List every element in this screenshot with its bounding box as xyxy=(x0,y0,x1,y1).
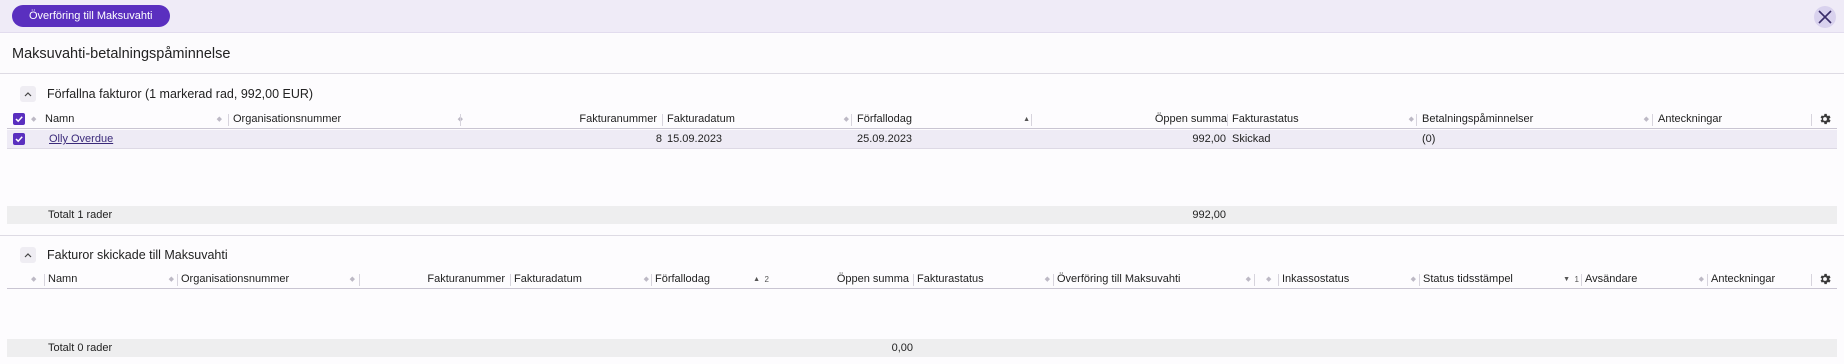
column-separator[interactable] xyxy=(662,114,663,126)
sort-ascending-icon: ▲ xyxy=(753,276,760,283)
col-overforing[interactable]: Överföring till Maksuvahti ◆ xyxy=(1054,270,1254,289)
sort-icon: ◆ xyxy=(843,116,849,123)
sort-icon: ◆ xyxy=(349,276,355,283)
column-separator[interactable] xyxy=(1416,114,1417,126)
col-organisationsnummer[interactable]: Organisationsnummer ◆ xyxy=(178,270,358,289)
check-icon xyxy=(15,136,23,143)
col-anteckningar[interactable]: Anteckningar xyxy=(1708,270,1811,289)
column-separator[interactable] xyxy=(1031,114,1032,126)
col-forfallodag[interactable]: Förfallodag ▲ 2 xyxy=(652,270,771,289)
overdue-grid-header: ◆ Namn ◆ Organisationsnummer ◆ Fakturanu… xyxy=(7,110,1837,129)
col-oppen-summa[interactable]: Öppen summa xyxy=(771,270,913,289)
sort-icon: ◆ xyxy=(643,276,649,283)
sort-icon: ◆ xyxy=(1698,276,1704,283)
cell-forfallodag: 25.09.2023 xyxy=(857,133,913,145)
col-inkassostatus[interactable]: Inkassostatus ◆ xyxy=(1279,270,1419,289)
cell-oppen-summa: 992,00 xyxy=(1192,133,1226,145)
sort-icon: ◆ xyxy=(1408,116,1414,123)
sent-grid-header: ◆ Namn ◆ Organisationsnummer ◆ Fakturanu… xyxy=(7,270,1837,289)
cell-fakturadatum: 15.09.2023 xyxy=(667,133,723,145)
col-fakturadatum[interactable]: Fakturadatum ◆ xyxy=(511,270,652,289)
overdue-section-title: Förfallna fakturor (1 markerad rad, 992,… xyxy=(47,87,314,101)
page-title: Maksuvahti-betalningspåminnelse xyxy=(12,46,231,62)
col-fakturanummer[interactable]: Fakturanummer xyxy=(360,270,510,289)
column-separator[interactable] xyxy=(1652,114,1653,126)
col-namn[interactable]: Namn ◆ xyxy=(45,270,177,289)
table-row[interactable]: Olly Overdue 8 15.09.2023 25.09.2023 992… xyxy=(7,130,1837,149)
col-organisationsnummer[interactable]: Organisationsnummer ◆ xyxy=(230,110,466,129)
sort-icon[interactable]: ◆ xyxy=(31,110,36,129)
col-forfallodag[interactable]: Förfallodag ▲ xyxy=(854,110,1033,129)
sort-rank: 2 xyxy=(764,275,769,284)
cell-fakturastatus: Skickad xyxy=(1232,133,1271,145)
sort-icon[interactable]: ◆ xyxy=(31,270,36,289)
total-sum: 992,00 xyxy=(1192,209,1226,221)
col-fakturastatus[interactable]: Fakturastatus ◆ xyxy=(914,270,1053,289)
close-button[interactable] xyxy=(1814,6,1836,28)
column-separator[interactable] xyxy=(1811,114,1812,126)
col-namn[interactable]: Namn ◆ xyxy=(42,110,225,129)
gear-icon[interactable] xyxy=(1818,272,1832,286)
column-separator[interactable] xyxy=(1254,274,1255,286)
column-separator[interactable] xyxy=(851,114,852,126)
col-avsandare[interactable]: Avsändare ◆ xyxy=(1582,270,1707,289)
overdue-total-row: Totalt 1 rader 992,00 xyxy=(7,206,1837,224)
chevron-up-icon xyxy=(24,92,32,97)
close-icon xyxy=(1818,10,1832,24)
sort-rank: 1 xyxy=(1574,275,1579,284)
gear-icon[interactable] xyxy=(1818,112,1832,126)
page-header: Maksuvahti-betalningspåminnelse xyxy=(0,34,1844,74)
total-label: Totalt 1 rader xyxy=(48,209,113,221)
column-separator[interactable] xyxy=(1811,274,1812,286)
col-anteckningar[interactable]: Anteckningar xyxy=(1655,110,1809,129)
sort-icon: ◆ xyxy=(168,276,174,283)
sort-icon[interactable]: ◆ xyxy=(1266,270,1271,289)
col-fakturastatus[interactable]: Fakturastatus ◆ xyxy=(1229,110,1417,129)
sent-section-title: Fakturor skickade till Maksuvahti xyxy=(47,248,228,262)
sort-ascending-icon: ▲ xyxy=(1023,116,1030,123)
column-separator[interactable] xyxy=(228,114,229,126)
cell-betalningspaminnelser: (0) xyxy=(1422,133,1436,145)
sort-icon: ◆ xyxy=(1245,276,1251,283)
sort-descending-icon: ▼ xyxy=(1563,276,1570,283)
section-divider xyxy=(0,235,1844,236)
sort-icon: ◆ xyxy=(1643,116,1649,123)
top-toolbar: Överföring till Maksuvahti xyxy=(0,0,1844,33)
total-label: Totalt 0 rader xyxy=(48,342,113,354)
sort-icon: ◆ xyxy=(1044,276,1050,283)
customer-name-link[interactable]: Olly Overdue xyxy=(49,130,113,148)
column-separator[interactable] xyxy=(460,114,461,126)
column-separator[interactable] xyxy=(1227,114,1228,126)
row-checkbox[interactable] xyxy=(13,133,25,145)
cell-fakturanummer: 8 xyxy=(655,133,662,145)
sort-icon: ◆ xyxy=(1410,276,1416,283)
select-all-checkbox[interactable] xyxy=(13,113,25,125)
sent-collapse-button[interactable] xyxy=(20,247,36,263)
transfer-to-maksuvahti-button[interactable]: Överföring till Maksuvahti xyxy=(12,5,170,27)
total-sum: 0,00 xyxy=(891,342,913,354)
sort-icon: ◆ xyxy=(216,116,222,123)
check-icon xyxy=(15,116,23,123)
col-betalningspaminnelser[interactable]: Betalningspåminnelser ◆ xyxy=(1419,110,1652,129)
col-fakturanummer[interactable]: Fakturanummer xyxy=(462,110,670,129)
chevron-up-icon xyxy=(24,253,32,258)
col-oppen-summa[interactable]: Öppen summa xyxy=(1033,110,1235,129)
overdue-collapse-button[interactable] xyxy=(20,86,36,102)
col-status-tidsstampel[interactable]: Status tidsstämpel ▼ 1 xyxy=(1420,270,1581,289)
sent-total-row: Totalt 0 rader 0,00 xyxy=(7,339,1837,357)
col-fakturadatum[interactable]: Fakturadatum ◆ xyxy=(664,110,852,129)
